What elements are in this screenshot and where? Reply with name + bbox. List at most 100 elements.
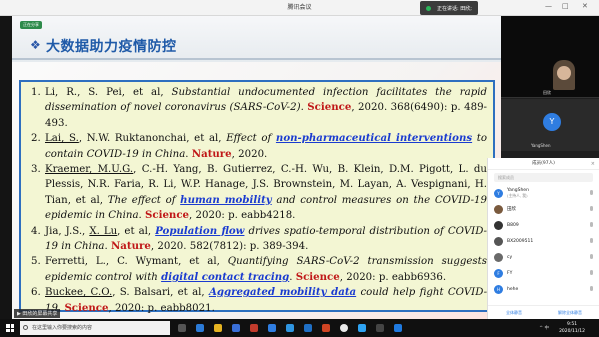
app-icon-blue[interactable] <box>286 324 294 332</box>
close-button[interactable]: ✕ <box>582 2 588 10</box>
clock-date: 2020/11/12 <box>559 329 585 334</box>
keyword-highlight: non-pharmaceutical interventions <box>275 132 473 145</box>
reference-item: 6. Buckee, C.O., S. Balsari, et al, Aggre… <box>31 285 487 316</box>
reference-number: 5. <box>31 256 41 268</box>
speaking-dot-icon <box>426 5 431 11</box>
reference-segment: , 2020: p. eabb6936. <box>339 271 447 283</box>
reference-segment: , et al, <box>117 225 156 237</box>
windows-taskbar: 在这里输入你要搜索的内容 ^ 中 9:51 2020/11/12 <box>0 319 599 337</box>
keyword-highlight: Aggregated mobility data <box>208 286 357 299</box>
avatar <box>494 236 503 246</box>
mute-all-button[interactable]: 全体静音 <box>506 310 522 316</box>
microphone-icon[interactable] <box>590 254 593 259</box>
member-row[interactable]: Y YangShen (主持人, 我) <box>488 185 599 201</box>
reference-segment: , S. Balsari, et al, <box>112 287 209 299</box>
left-margin <box>0 16 12 319</box>
microphone-icon[interactable] <box>590 270 593 275</box>
member-search-input[interactable]: 搜索成员 <box>494 173 593 182</box>
member-row[interactable]: BX2009511 <box>488 233 599 249</box>
member-list: Y YangShen (主持人, 我) 田欣 B809 BX2009511 cy F FY Hhe… <box>488 185 599 297</box>
keyword-highlight: Population flow <box>155 224 245 237</box>
chrome-icon[interactable] <box>340 324 348 332</box>
member-row[interactable]: B809 <box>488 217 599 233</box>
store-icon[interactable] <box>232 324 240 332</box>
app-icon-dark[interactable] <box>376 324 384 332</box>
taskbar-search-placeholder: 在这里输入你要搜索的内容 <box>32 325 93 331</box>
app-icon-red[interactable] <box>250 324 258 332</box>
maximize-button[interactable]: □ <box>562 2 569 10</box>
window-title: 腾讯会议 <box>287 4 312 11</box>
tencent-meeting-icon[interactable] <box>394 324 402 332</box>
journal-name: Science <box>307 101 352 114</box>
powerpoint-icon[interactable] <box>322 324 330 332</box>
edge-icon[interactable] <box>196 324 204 332</box>
microphone-icon[interactable] <box>590 286 593 291</box>
clock[interactable]: 9:51 2020/11/12 <box>559 321 585 335</box>
avatar <box>494 252 503 262</box>
reference-item: 3. Kraemer, M.U.G., C.-H. Yang, B. Gutier… <box>31 162 487 224</box>
members-footer: 全体静音 解除全体静音 <box>488 305 599 319</box>
reference-segment: Effect of <box>226 133 276 145</box>
unmute-all-button[interactable]: 解除全体静音 <box>558 310 582 316</box>
reference-box: 1. Li, R., S. Pei, et al, Substantial und… <box>19 80 495 314</box>
clock-time: 9:51 <box>566 322 578 327</box>
minimize-button[interactable]: — <box>545 2 552 10</box>
word-icon[interactable] <box>304 324 312 332</box>
slide-title: 大数据助力疫情防控 <box>46 39 177 55</box>
member-row[interactable]: cy <box>488 249 599 265</box>
member-name: hehe <box>507 286 519 292</box>
member-row[interactable]: 田欣 <box>488 201 599 217</box>
avatar: H <box>494 284 503 294</box>
shared-screen-slide: 正在分享 ❖ 大数据助力疫情防控 1. Li, R., S. Pei, et al… <box>12 16 501 319</box>
file-explorer-icon[interactable] <box>214 324 222 332</box>
system-tray[interactable]: ^ 中 <box>539 325 549 331</box>
keyword-highlight: digital contact tracing <box>161 270 290 283</box>
video-tile-self[interactable]: Y YangShen <box>501 99 599 151</box>
diamond-bullet-icon: ❖ <box>30 38 41 52</box>
avatar: Y <box>494 188 503 198</box>
member-name: BX2009511 <box>507 238 534 244</box>
member-name: B809 <box>507 222 519 228</box>
close-members-button[interactable]: × <box>591 158 595 170</box>
reference-segment: , 2020: p. eabb8021. <box>108 302 215 314</box>
reference-segment: , 2020: p. eabb4218. <box>189 210 296 222</box>
taskbar-search-input[interactable]: 在这里输入你要搜索的内容 <box>20 321 170 335</box>
video-tile-speaker[interactable]: 田欣 <box>501 16 599 98</box>
window-titlebar: 腾讯会议 正在讲话: 田欣; — □ ✕ <box>0 0 599 16</box>
reference-segment: , N.W. Ruktanonchai, et al, <box>78 133 227 145</box>
speaking-text: 正在讲话: 田欣; <box>437 5 472 12</box>
reference-segment: Lai, S. <box>45 133 79 145</box>
sharing-badge: 正在分享 <box>20 21 42 29</box>
reference-number: 1. <box>31 87 41 98</box>
member-row[interactable]: Hhehe <box>488 281 599 297</box>
screen-share-label: ▶ 田欣的屏幕共享 <box>14 309 61 318</box>
microphone-icon[interactable] <box>590 222 593 227</box>
reference-segment: Ferretti, L., C. Wymant, et al, <box>45 256 228 268</box>
member-name: FY <box>507 270 513 276</box>
reference-text: Li, R., S. Pei, et al, Substantial undoc… <box>45 85 487 131</box>
microphone-icon[interactable] <box>590 238 593 243</box>
member-name-block: 田欣 <box>507 207 516 212</box>
member-row[interactable]: F FY <box>488 265 599 281</box>
task-view-icon[interactable] <box>178 324 186 332</box>
avatar: Y <box>543 113 561 131</box>
avatar <box>494 204 503 214</box>
mail-icon[interactable] <box>268 324 276 332</box>
journal-name: Science <box>64 301 109 314</box>
microphone-icon[interactable] <box>590 206 593 211</box>
avatar <box>494 220 503 230</box>
member-name-block: FY <box>507 271 512 276</box>
member-name-block: YangShen (主持人, 我) <box>507 188 529 198</box>
reference-segment: X. Lu <box>89 225 118 237</box>
member-name-block: BX2009511 <box>507 239 533 244</box>
reference-list: 1. Li, R., S. Pei, et al, Substantial und… <box>31 85 487 316</box>
microphone-icon[interactable] <box>590 190 593 195</box>
member-name-block: cy <box>507 255 512 260</box>
reference-segment: Kraemer, M.U.G. <box>45 164 134 176</box>
windows-start-icon[interactable] <box>6 324 14 332</box>
journal-name: Science <box>295 270 340 283</box>
reference-segment: , 2020. 582(7812): p. 389-394. <box>150 241 309 253</box>
member-name-block: hehe <box>507 287 518 292</box>
speaker-face <box>557 66 571 80</box>
app-icon-cyan[interactable] <box>358 324 366 332</box>
